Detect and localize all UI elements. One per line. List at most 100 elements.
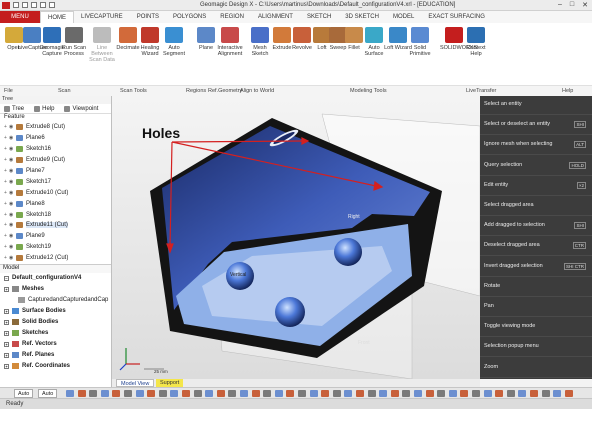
tab-polygons[interactable]: POLYGONS bbox=[166, 11, 213, 23]
expand-icon[interactable]: + bbox=[4, 352, 9, 358]
selection-filter-dropdown[interactable]: Auto bbox=[38, 389, 58, 398]
expand-icon[interactable]: + bbox=[4, 286, 9, 292]
toolbar-tool-icon[interactable] bbox=[483, 390, 492, 397]
dome-3[interactable] bbox=[275, 297, 305, 327]
toolbar-tool-icon[interactable] bbox=[367, 390, 376, 397]
visibility-icon[interactable]: ◉ bbox=[9, 124, 16, 130]
expand-icon[interactable]: + bbox=[4, 330, 9, 336]
toolbar-tool-icon[interactable] bbox=[286, 390, 295, 397]
tree-item[interactable]: + ◉ Extrude9 (Cut) bbox=[4, 155, 111, 166]
visibility-icon[interactable]: ◉ bbox=[9, 190, 16, 196]
expand-icon[interactable]: + bbox=[4, 308, 9, 314]
toolbar-tool-icon[interactable] bbox=[251, 390, 260, 397]
visibility-icon[interactable]: ◉ bbox=[9, 212, 16, 218]
minimize-icon[interactable]: – bbox=[558, 1, 562, 9]
toolbar-tool-icon[interactable] bbox=[298, 390, 306, 397]
model-canvas[interactable]: Holes Right Vertical Front 25 mm bbox=[112, 96, 480, 379]
model-item[interactable]: CapturedandCapturedandCap bbox=[0, 295, 111, 306]
ribbon-button-context-help[interactable]: Context Help bbox=[462, 27, 490, 57]
toolbar-tool-icon[interactable] bbox=[147, 390, 156, 397]
toolbar-tool-icon[interactable] bbox=[112, 390, 121, 397]
toolbar-tool-icon[interactable] bbox=[541, 390, 550, 397]
tree-item[interactable]: + ◉ Plane7 bbox=[4, 166, 111, 177]
close-icon[interactable]: ✕ bbox=[582, 1, 588, 9]
ribbon-button-auto-segment[interactable]: Auto Segment bbox=[160, 27, 188, 57]
toolbar-tool-icon[interactable] bbox=[332, 390, 341, 397]
tab-sketch[interactable]: SKETCH bbox=[300, 11, 338, 23]
3d-viewport[interactable]: Holes Right Vertical Front 25 mm bbox=[112, 96, 480, 379]
visibility-icon[interactable]: ◉ bbox=[9, 222, 16, 228]
expand-icon[interactable]: + bbox=[4, 341, 9, 347]
model-item[interactable]: + Surface Bodies bbox=[0, 306, 111, 317]
toolbar-tool-icon[interactable] bbox=[193, 390, 202, 397]
model-item[interactable]: + Meshes bbox=[0, 284, 111, 295]
ribbon-button-interactive-alignment[interactable]: Interactive Alignment bbox=[216, 27, 244, 57]
selection-mode-dropdown[interactable]: Auto bbox=[14, 389, 34, 398]
toolbar-tool-icon[interactable] bbox=[414, 390, 422, 397]
toolbar-tool-icon[interactable] bbox=[460, 390, 469, 397]
toolbar-tool-icon[interactable] bbox=[309, 390, 318, 397]
ribbon-button-line-between-scan-data[interactable]: Line Between Scan Data bbox=[88, 27, 116, 63]
tab-model[interactable]: MODEL bbox=[386, 11, 421, 23]
maximize-icon[interactable]: □ bbox=[570, 1, 574, 9]
model-item[interactable]: + Ref. Planes bbox=[0, 350, 111, 361]
toolbar-tool-icon[interactable] bbox=[124, 390, 132, 397]
toolbar-tool-icon[interactable] bbox=[135, 390, 144, 397]
toolbar-tool-icon[interactable] bbox=[437, 390, 446, 397]
toolbar-tool-icon[interactable] bbox=[390, 390, 399, 397]
collapse-icon[interactable]: − bbox=[4, 275, 9, 281]
tree-item[interactable]: + ◉ Extrude12 (Cut) bbox=[4, 253, 111, 264]
toolbar-tool-icon[interactable] bbox=[240, 390, 248, 397]
toolbar-tool-icon[interactable] bbox=[530, 390, 538, 397]
undo-icon[interactable] bbox=[40, 2, 46, 8]
toolbar-tool-icon[interactable] bbox=[472, 390, 480, 397]
tab-tree[interactable]: Tree bbox=[4, 105, 24, 112]
tree-item[interactable]: + ◉ Sketch17 bbox=[4, 176, 111, 187]
tab-home[interactable]: HOME bbox=[40, 11, 74, 23]
tree-item[interactable]: + ◉ Sketch18 bbox=[4, 209, 111, 220]
tab-viewpoint[interactable]: Viewpoint bbox=[64, 105, 98, 112]
expand-icon[interactable]: + bbox=[4, 319, 9, 325]
tree-item[interactable]: + ◉ Plane8 bbox=[4, 198, 111, 209]
toolbar-tool-icon[interactable] bbox=[77, 390, 86, 397]
toolbar-tool-icon[interactable] bbox=[66, 390, 74, 397]
visibility-icon[interactable]: ◉ bbox=[9, 233, 16, 239]
visibility-icon[interactable]: ◉ bbox=[9, 157, 16, 163]
toolbar-tool-icon[interactable] bbox=[518, 390, 527, 397]
tab-exact-surfacing[interactable]: EXACT SURFACING bbox=[421, 11, 492, 23]
tree-item[interactable]: + ◉ Sketch16 bbox=[4, 144, 111, 155]
tree-item[interactable]: + ◉ Extrude11 (Cut) bbox=[4, 220, 111, 231]
toolbar-tool-icon[interactable] bbox=[170, 390, 179, 397]
tree-item[interactable]: + ◉ Plane9 bbox=[4, 231, 111, 242]
toolbar-tool-icon[interactable] bbox=[564, 390, 573, 397]
visibility-icon[interactable]: ◉ bbox=[9, 201, 16, 207]
tab-region[interactable]: REGION bbox=[213, 11, 251, 23]
tab-alignment[interactable]: ALIGNMENT bbox=[251, 11, 300, 23]
save-icon[interactable] bbox=[31, 2, 37, 8]
tab-help[interactable]: Help bbox=[34, 105, 54, 112]
dome-2[interactable] bbox=[334, 238, 362, 266]
new-file-icon[interactable] bbox=[13, 2, 19, 8]
toolbar-tool-icon[interactable] bbox=[274, 390, 283, 397]
toolbar-tool-icon[interactable] bbox=[402, 390, 411, 397]
toolbar-tool-icon[interactable] bbox=[506, 390, 515, 397]
expand-icon[interactable]: + bbox=[4, 363, 9, 369]
tab-3d-sketch[interactable]: 3D SKETCH bbox=[338, 11, 386, 23]
toolbar-tool-icon[interactable] bbox=[448, 390, 457, 397]
toolbar-tool-icon[interactable] bbox=[89, 390, 98, 397]
toolbar-tool-icon[interactable] bbox=[321, 390, 330, 397]
toolbar-tool-icon[interactable] bbox=[228, 390, 237, 397]
visibility-icon[interactable]: ◉ bbox=[9, 244, 16, 250]
toolbar-tool-icon[interactable] bbox=[425, 390, 434, 397]
tree-item[interactable]: + ◉ Sketch19 bbox=[4, 242, 111, 253]
tree-item[interactable]: + ◉ Extrude10 (Cut) bbox=[4, 187, 111, 198]
toolbar-tool-icon[interactable] bbox=[379, 390, 388, 397]
visibility-icon[interactable]: ◉ bbox=[9, 255, 16, 261]
tab-livecapture[interactable]: LIVECAPTURE bbox=[74, 11, 130, 23]
model-item[interactable]: + Ref. Vectors bbox=[0, 339, 111, 350]
tab-points[interactable]: POINTS bbox=[130, 11, 166, 23]
app-icon[interactable] bbox=[2, 2, 10, 9]
ribbon-button-solid-primitive[interactable]: Solid Primitive bbox=[406, 27, 434, 57]
tree-item[interactable]: + ◉ Plane6 bbox=[4, 133, 111, 144]
toolbar-tool-icon[interactable] bbox=[356, 390, 364, 397]
